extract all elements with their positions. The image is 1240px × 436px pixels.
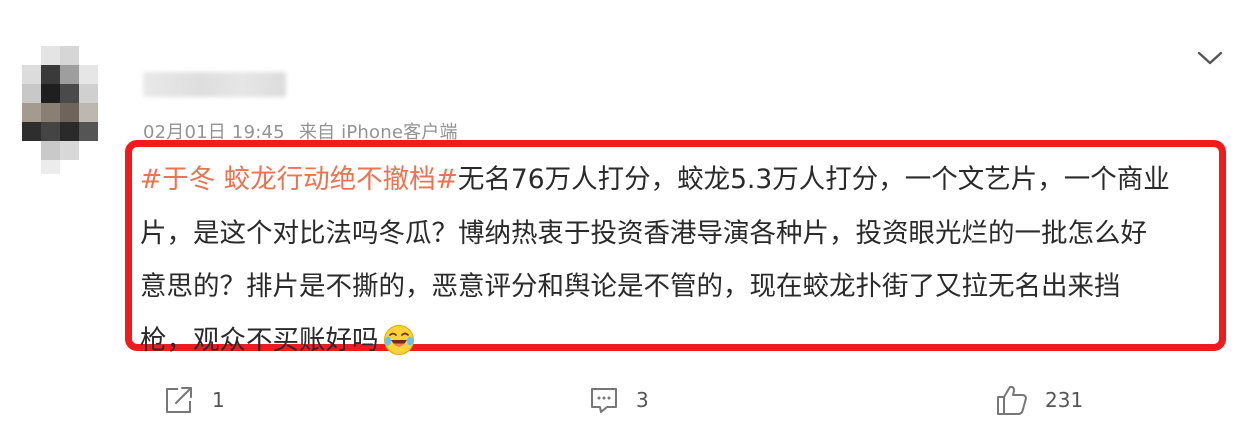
laughing-crying-emoji-icon <box>383 324 414 355</box>
comment-button[interactable]: 3 <box>588 378 649 422</box>
comment-count: 3 <box>636 388 649 412</box>
post-line-4: 枪，观众不买账好吗 <box>140 324 379 356</box>
like-count: 231 <box>1045 388 1084 412</box>
thumbs-up-icon <box>997 385 1027 415</box>
post-line-2: 片，是这个对比法吗冬瓜？博纳热衷于投资香港导演各种片，投资眼光烂的一批怎么好 <box>140 217 1147 249</box>
post-line-3: 意思的？排片是不撕的，恶意评分和舆论是不管的，现在蛟龙扑街了又拉无名出来挡 <box>140 271 1121 302</box>
post-line-1: 无名76万人打分，蛟龙5.3万人打分，一个文艺片，一个商业 <box>457 164 1170 195</box>
avatar[interactable] <box>22 46 98 174</box>
share-button[interactable]: 1 <box>162 378 225 422</box>
weibo-comment-card: 02月01日 19:45 来自 iPhone客户端 #于冬 蛟龙行动绝不撤档#无名… <box>0 0 1240 436</box>
comment-icon <box>591 388 617 413</box>
username-blurred[interactable] <box>143 72 286 97</box>
topic-link[interactable]: #于冬 蛟龙行动绝不撤档# <box>140 164 458 195</box>
post-text: #于冬 蛟龙行动绝不撤档#无名76万人打分，蛟龙5.3万人打分，一个文艺片，一个… <box>140 153 1220 367</box>
share-count: 1 <box>212 388 225 412</box>
action-bar: 1 3 231 <box>0 378 1240 422</box>
chevron-down-icon <box>1197 51 1223 65</box>
like-button[interactable]: 231 <box>995 378 1083 422</box>
share-icon <box>166 387 192 413</box>
more-options-button[interactable] <box>1196 48 1224 68</box>
